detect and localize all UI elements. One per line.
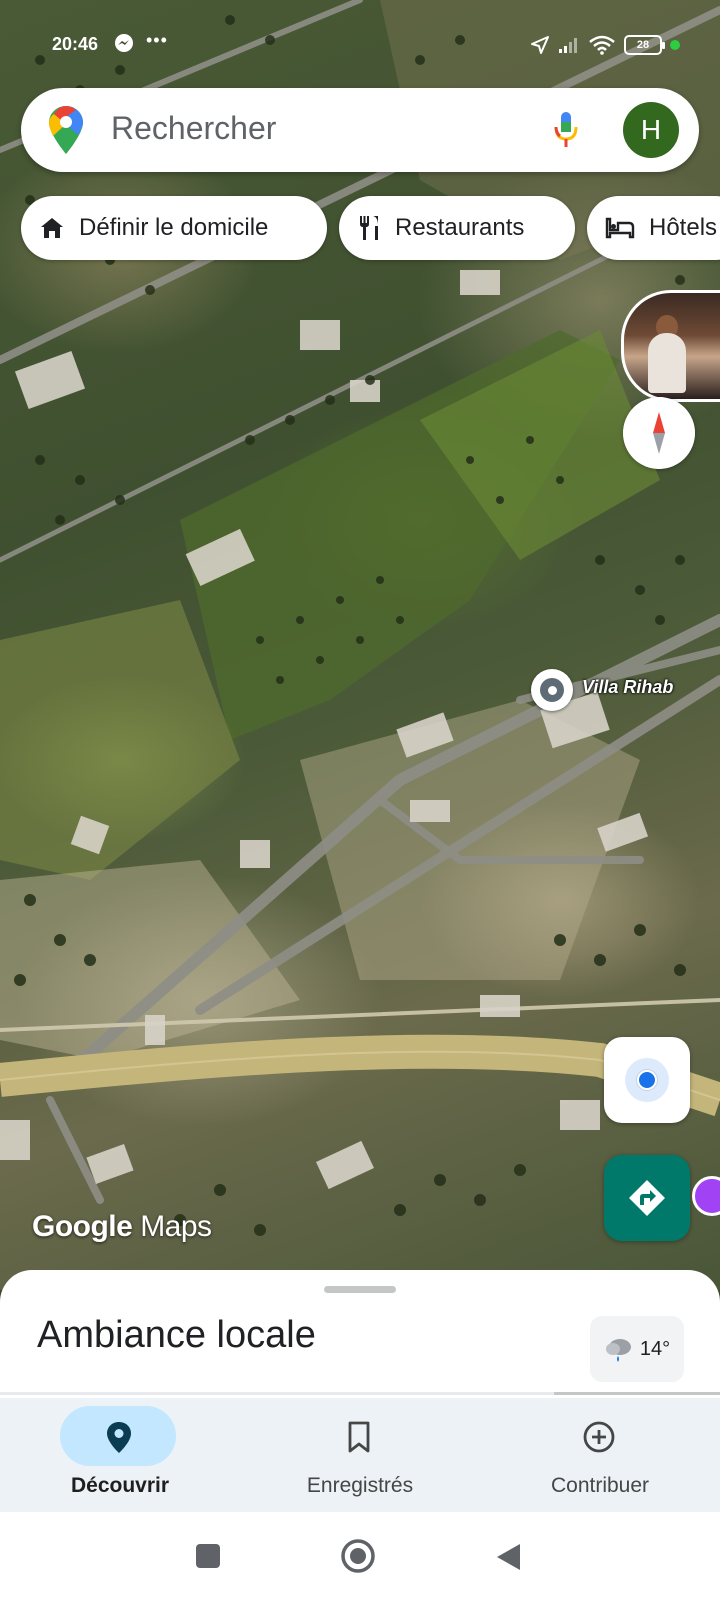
- sheet-title: Ambiance locale: [37, 1314, 316, 1356]
- microphone-icon[interactable]: [551, 110, 581, 150]
- bookmark-icon: [348, 1421, 370, 1453]
- nav-label: Enregistrés: [306, 1474, 414, 1497]
- chip-label: Hôtels: [649, 214, 718, 241]
- signal-icon: [559, 38, 577, 53]
- place-label[interactable]: Villa Rihab: [582, 677, 673, 698]
- chip-hotels[interactable]: Hôtels: [587, 196, 720, 260]
- nav-label: Contribuer: [550, 1474, 650, 1497]
- back-triangle-icon[interactable]: [494, 1542, 522, 1572]
- directions-icon: [629, 1180, 665, 1216]
- weather-temp: 14°: [639, 1337, 671, 1360]
- watermark-google: Google: [32, 1210, 133, 1243]
- status-more-dots: •••: [146, 30, 168, 50]
- bottom-navigation: Découvrir Enregistrés Contribuer: [0, 1398, 720, 1512]
- wifi-icon: [589, 35, 615, 55]
- chip-restaurants[interactable]: Restaurants: [339, 196, 575, 260]
- status-time: 20:46: [52, 34, 99, 54]
- status-bar: 20:46 ••• 28: [0, 30, 720, 60]
- battery-icon: 28: [624, 35, 665, 55]
- nav-contribute[interactable]: Contribuer: [480, 1398, 720, 1512]
- location-arrow-icon: [531, 36, 549, 54]
- nav-saved[interactable]: Enregistrés: [240, 1398, 480, 1512]
- nav-discover[interactable]: Découvrir: [0, 1398, 240, 1512]
- directions-button[interactable]: [604, 1155, 690, 1241]
- home-circle-icon[interactable]: [340, 1538, 376, 1574]
- messenger-icon: [115, 34, 133, 52]
- green-dot-indicator: [670, 40, 680, 50]
- bottom-sheet[interactable]: Ambiance locale 14°: [0, 1270, 720, 1400]
- watermark-maps: Maps: [140, 1210, 212, 1243]
- status-right-icons: 28: [530, 33, 680, 57]
- chip-label: Restaurants: [395, 214, 525, 241]
- hotel-icon: [605, 217, 635, 239]
- chip-set-home[interactable]: Définir le domicile: [21, 196, 327, 260]
- place-pin-icon[interactable]: [531, 669, 573, 711]
- search-input[interactable]: Rechercher: [111, 110, 276, 147]
- nav-label: Découvrir: [70, 1474, 170, 1497]
- home-icon: [41, 218, 63, 238]
- add-circle-icon: [583, 1421, 615, 1453]
- my-location-icon: [637, 1070, 657, 1090]
- weather-chip[interactable]: 14°: [590, 1316, 684, 1382]
- compass-icon[interactable]: [623, 397, 695, 469]
- sheet-divider: [0, 1392, 720, 1395]
- cloud-rain-icon: [605, 1339, 631, 1362]
- restaurant-icon: [360, 216, 378, 240]
- system-navigation-bar: [0, 1512, 720, 1600]
- sheet-drag-handle[interactable]: [324, 1286, 396, 1293]
- category-chips: Définir le domicile Restaurants Hôtels: [21, 196, 720, 260]
- explore-pin-icon: [107, 1422, 131, 1453]
- my-location-button[interactable]: [604, 1037, 690, 1123]
- search-bar[interactable]: Rechercher H: [21, 88, 699, 172]
- google-maps-watermark: Google Maps: [32, 1210, 212, 1244]
- account-avatar[interactable]: H: [623, 102, 679, 158]
- recents-icon[interactable]: [194, 1542, 222, 1570]
- chip-label: Définir le domicile: [79, 214, 269, 241]
- street-view-thumbnail[interactable]: [621, 290, 720, 402]
- google-maps-logo-icon: [49, 106, 83, 154]
